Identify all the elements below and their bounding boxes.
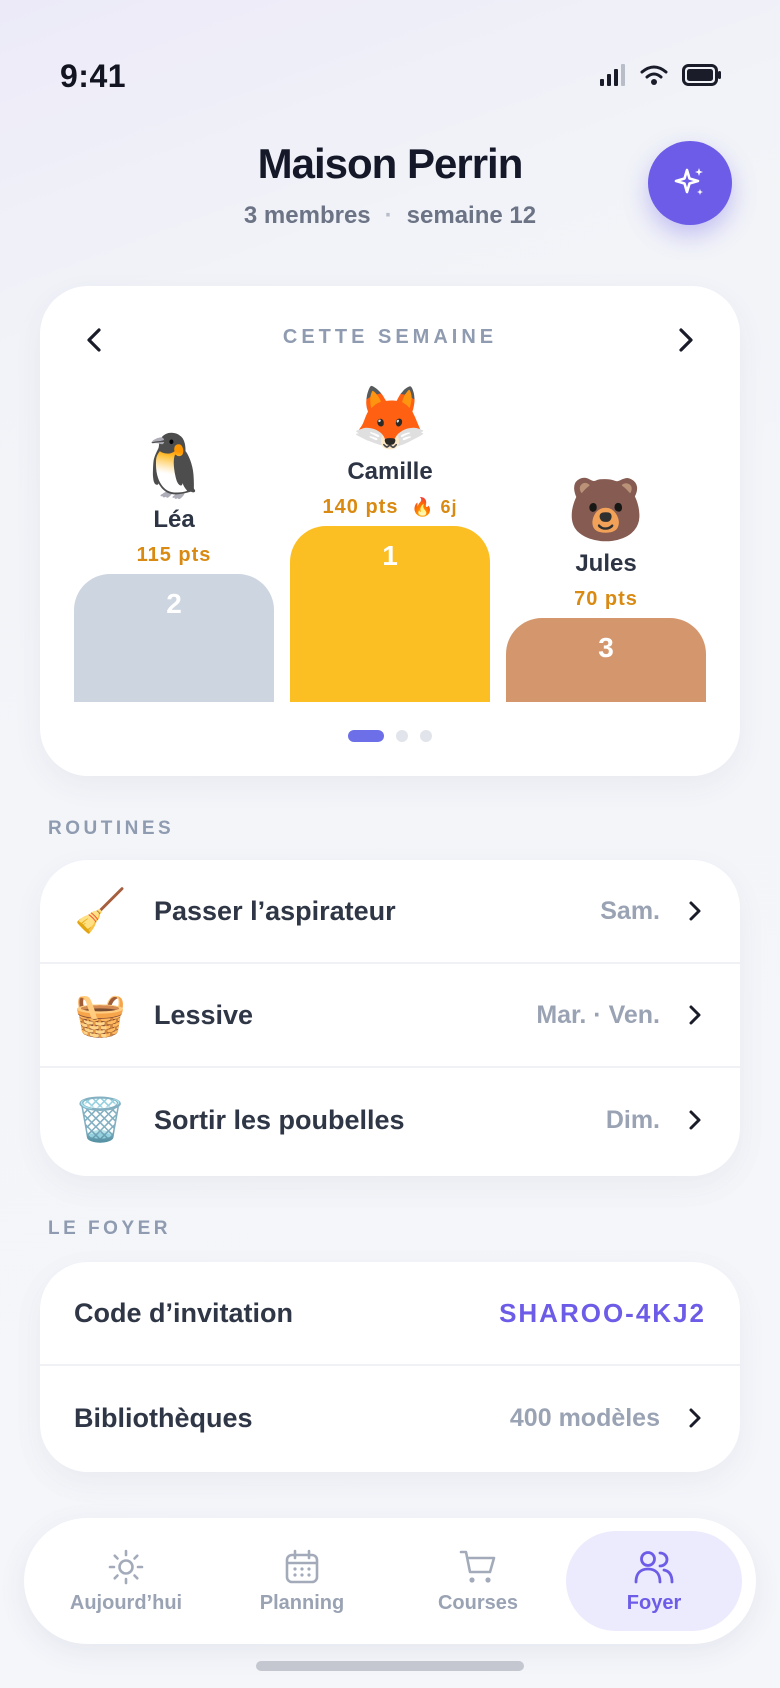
broom-icon: 🧹 (74, 886, 127, 934)
chevron-right-icon (679, 328, 693, 352)
routine-days: Mar. · Ven. (536, 1000, 660, 1029)
status-time: 9:41 (60, 58, 127, 94)
status-icons (600, 64, 722, 86)
routine-row[interactable]: 🧺 Lessive Mar. · Ven. (40, 964, 740, 1068)
rank-number: 1 (382, 540, 398, 571)
routine-days: Dim. (605, 1105, 660, 1134)
member-points: 70 pts (574, 588, 638, 610)
weekly-podium-card: CETTE SEMAINE 🐧 Léa 115 pts 2 🦊 Camille … (40, 286, 740, 776)
foyer-card: Code d’invitation SHAROO-4KJ2 Bibliothèq… (40, 1262, 740, 1472)
basket-icon: 🧺 (74, 990, 127, 1038)
sparkle-icon (674, 168, 703, 195)
routine-row[interactable]: 🧹 Passer l’aspirateur Sam. (40, 860, 740, 964)
member-points-streak: 140 pts 🔥 6j (290, 496, 490, 519)
tab-foyer[interactable]: Foyer (566, 1531, 742, 1631)
home-indicator[interactable] (256, 1661, 524, 1671)
chevron-right-icon (688, 1004, 706, 1026)
bear-avatar-icon: 🐻 (567, 476, 645, 545)
tab-label: Foyer (626, 1591, 682, 1614)
podium-third[interactable]: 🐻 Jules 70 pts (506, 476, 706, 611)
routine-label: Sortir les poubelles (154, 1104, 405, 1135)
chevron-right-icon (688, 900, 706, 922)
tab-courses[interactable]: Courses (390, 1531, 566, 1631)
routine-days: Sam. (600, 896, 660, 925)
routines-card: 🧹 Passer l’aspirateur Sam. 🧺 Lessive Mar… (40, 860, 740, 1176)
users-icon (634, 1550, 674, 1583)
routine-label: Lessive (154, 999, 254, 1030)
cart-icon (459, 1550, 496, 1583)
tab-today[interactable]: Aujourd’hui (38, 1531, 214, 1631)
calendar-icon (285, 1549, 319, 1583)
page-dot[interactable] (396, 730, 408, 742)
ai-sparkle-button[interactable] (648, 141, 732, 225)
week-label: CETTE SEMAINE (282, 326, 498, 348)
member-count: 3 membres (243, 202, 371, 229)
wifi-icon (640, 65, 668, 85)
member-points: 115 pts (136, 544, 212, 566)
signal-icon (600, 64, 625, 86)
member-name: Léa (153, 506, 195, 533)
chevron-right-icon (688, 1109, 706, 1131)
page-indicator[interactable] (40, 730, 740, 742)
podium-first[interactable]: 🦊 Camille 140 pts 🔥 6j (290, 384, 490, 519)
next-week-button[interactable] (670, 324, 702, 356)
fox-avatar-icon: 🦊 (351, 384, 429, 453)
libraries-row[interactable]: Bibliothèques 400 modèles (40, 1366, 740, 1470)
podium-block-first: 1 (290, 526, 490, 702)
page-dot-active[interactable] (348, 730, 384, 742)
podium-block-second: 2 (74, 574, 274, 702)
podium-second[interactable]: 🐧 Léa 115 pts (74, 432, 274, 567)
tab-label: Courses (437, 1591, 519, 1614)
trash-can-icon: 🗑️ (74, 1095, 127, 1143)
tab-label: Planning (259, 1591, 345, 1614)
battery-icon (682, 64, 721, 86)
libraries-count: 400 modèles (509, 1403, 660, 1432)
sun-icon (108, 1549, 144, 1584)
invite-code-row[interactable]: Code d’invitation SHAROO-4KJ2 (40, 1262, 740, 1366)
libraries-label: Bibliothèques (74, 1402, 253, 1433)
member-name: Camille (347, 458, 433, 485)
invite-code-label: Code d’invitation (74, 1297, 293, 1328)
foyer-section-label: LE FOYER (48, 1218, 172, 1239)
penguin-avatar-icon: 🐧 (135, 432, 213, 501)
chevron-right-icon (688, 1407, 706, 1429)
week-number: semaine 12 (406, 202, 537, 229)
rank-number: 2 (166, 588, 182, 619)
member-points: 140 pts (322, 496, 399, 518)
member-name: Jules (575, 550, 637, 577)
page-dot[interactable] (420, 730, 432, 742)
routine-label: Passer l’aspirateur (154, 895, 396, 926)
routine-row[interactable]: 🗑️ Sortir les poubelles Dim. (40, 1068, 740, 1172)
routines-section-label: ROUTINES (48, 818, 175, 839)
podium-block-third: 3 (506, 618, 706, 702)
tab-label: Aujourd’hui (69, 1591, 183, 1614)
invite-code-value[interactable]: SHAROO-4KJ2 (499, 1298, 706, 1329)
status-bar: 9:41 (0, 0, 780, 140)
separator-dot: · (384, 202, 393, 229)
tab-bar: Aujourd’hui Planning Courses Foyer (24, 1518, 756, 1644)
rank-number: 3 (598, 632, 614, 663)
streak-badge: 🔥 6j (411, 497, 458, 517)
tab-planning[interactable]: Planning (214, 1531, 390, 1631)
